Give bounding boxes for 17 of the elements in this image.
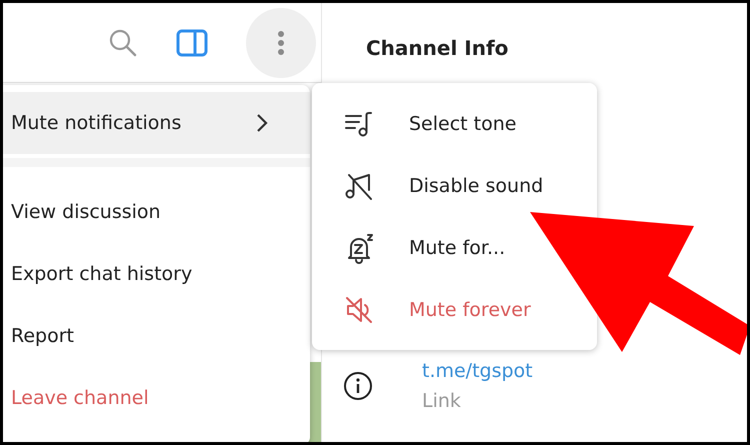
search-icon[interactable] <box>108 28 138 58</box>
submenu-item[interactable]: Select tone <box>312 93 516 155</box>
menu-item[interactable]: View discussion <box>3 181 310 243</box>
link-caption: Link <box>422 390 461 412</box>
chevron-icon <box>256 113 268 133</box>
info-icon <box>344 372 372 400</box>
more-icon <box>277 30 285 56</box>
submenu-item[interactable]: Mute for... <box>312 217 506 279</box>
menu-item[interactable]: Export chat history <box>3 243 310 305</box>
panel-title: Channel Info <box>366 36 508 60</box>
submenu-item[interactable]: Disable sound <box>312 155 544 217</box>
menu-item[interactable]: Leave channel <box>3 367 310 429</box>
submenu-item[interactable]: Mute forever <box>312 279 531 341</box>
muted-speaker-icon <box>343 294 375 326</box>
menu-item[interactable]: Mute notifications <box>3 92 310 154</box>
sidebar-toggle-icon[interactable] <box>176 28 208 56</box>
menu-item[interactable]: Report <box>3 305 310 367</box>
